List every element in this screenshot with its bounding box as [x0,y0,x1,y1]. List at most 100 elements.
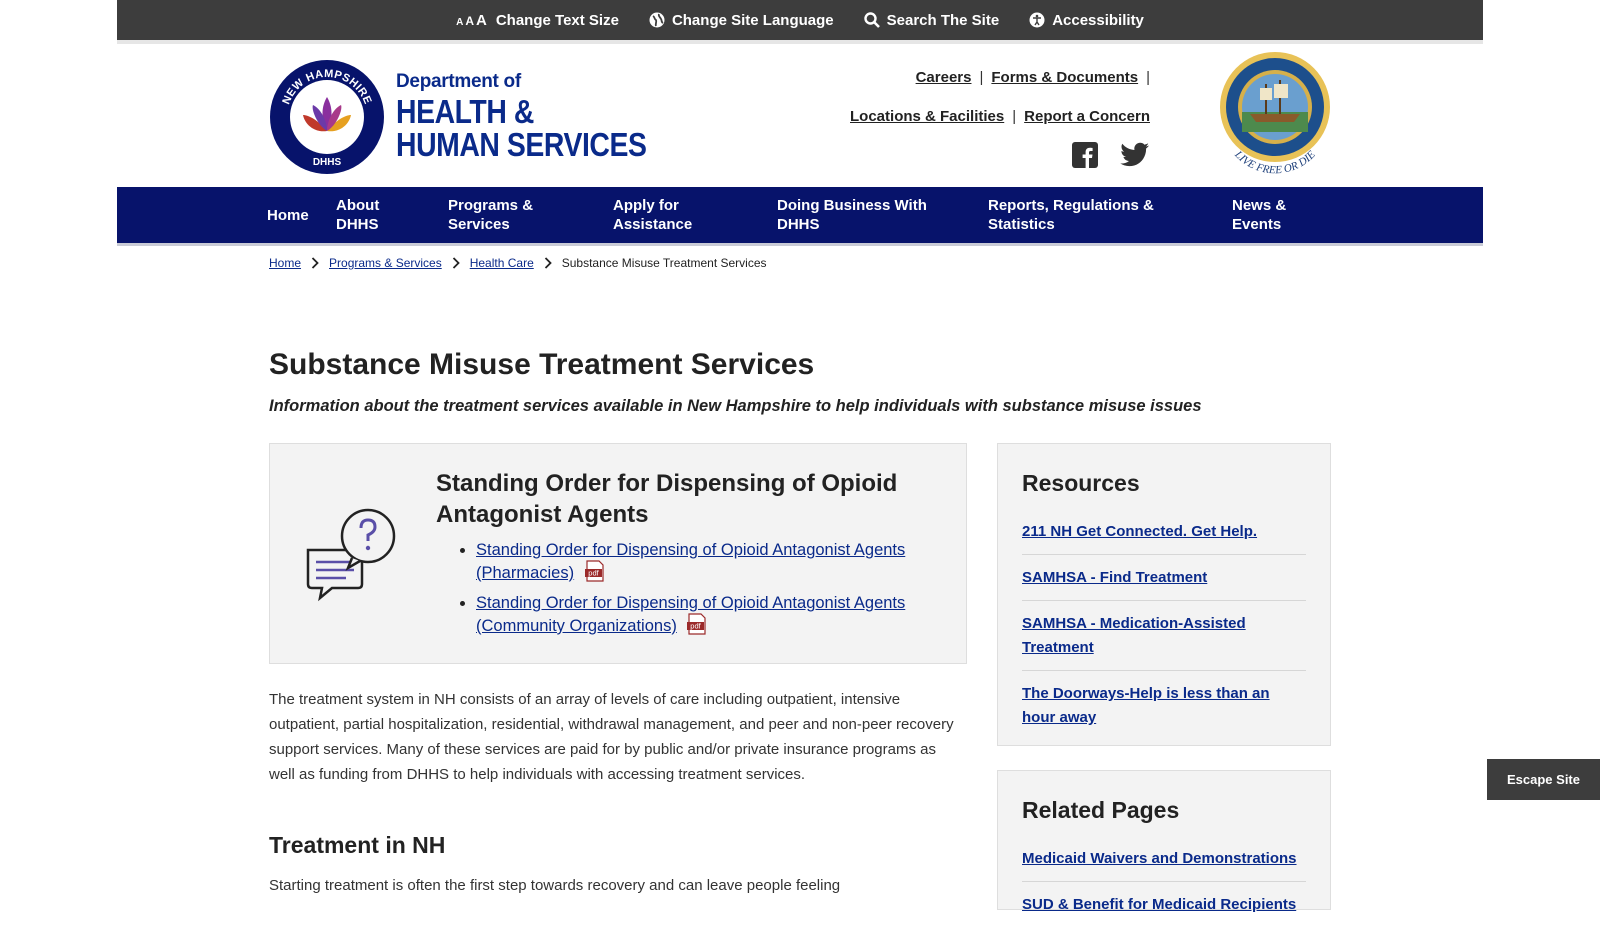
list-item: SAMHSA - Medication-Assisted Treatment [1022,612,1306,671]
chevron-right-icon [452,257,460,269]
related-medicaid-waivers-link[interactable]: Medicaid Waivers and Demonstrations [1022,850,1297,867]
breadcrumb: Home Programs & Services Health Care Sub… [269,256,767,270]
related-pages-list: Medicaid Waivers and Demonstrations SUD … [1022,847,1306,938]
department-title[interactable]: Department of HEALTH & HUMAN SERVICES [396,72,687,161]
accessibility-icon [1029,12,1045,28]
social-links [1072,142,1150,168]
breadcrumb-programs[interactable]: Programs & Services [329,256,442,270]
nav-label: Programs & [448,197,534,214]
careers-link[interactable]: Careers [916,69,972,86]
chat-question-icon [306,508,396,602]
nav-label: Reports, Regulations & [988,197,1154,214]
list-item: Standing Order for Dispensing of Opioid … [436,540,916,583]
related-sud-benefit-link[interactable]: SUD & Benefit for Medicaid Recipients [1022,896,1296,913]
header-links-row1: Careers | Forms & Documents | [916,69,1150,86]
chevron-right-icon [311,257,319,269]
nav-label: Doing Business With [777,197,927,214]
nav-label: Apply for [613,197,679,214]
nav-about-dhhs[interactable]: About DHHS [336,187,379,243]
dhhs-logo[interactable]: NEW HAMPSHIRE DHHS [269,59,385,175]
dept-line2: HEALTH & [396,93,534,130]
logo-bottom-text: DHHS [313,157,342,168]
search-icon [863,12,880,28]
header-links-row2: Locations & Facilities | Report a Concer… [850,108,1150,125]
accessibility-button[interactable]: Accessibility [1029,12,1144,29]
list-item: Standing Order for Dispensing of Opioid … [436,593,916,636]
list-item: 211 NH Get Connected. Get Help. [1022,520,1306,555]
accessibility-label: Accessibility [1052,11,1144,29]
breadcrumb-current: Substance Misuse Treatment Services [561,256,767,270]
utility-bar: AAA Change Text Size Change Site Languag… [117,0,1483,40]
resource-samhsa-find-link[interactable]: SAMHSA - Find Treatment [1022,569,1207,586]
pdf-icon: pdf [584,560,604,582]
link-separator: | [1012,108,1017,125]
list-item: The Doorways-Help is less than an hour a… [1022,682,1306,740]
page-subtitle: Information about the treatment services… [269,397,1202,415]
text-size-large: A [476,11,487,29]
pdf-icon-label: pdf [691,622,702,631]
pdf-icon: pdf [687,613,707,635]
escape-site-button[interactable]: Escape Site [1487,759,1600,800]
list-item: SUD & Benefit for Medicaid Recipients [1022,893,1306,927]
breadcrumb-health-care[interactable]: Health Care [470,256,534,270]
standing-order-title: Standing Order for Dispensing of Opioid … [436,470,898,528]
standing-order-pharmacies-link[interactable]: Standing Order for Dispensing of Opioid … [476,541,905,582]
search-site-label: Search The Site [886,11,1000,29]
nav-reports[interactable]: Reports, Regulations & Statistics [988,187,1154,243]
nav-news-events[interactable]: News & Events [1232,187,1286,243]
text-size-small: A [456,16,464,28]
list-item: Medicaid Waivers and Demonstrations [1022,847,1306,882]
report-concern-link[interactable]: Report a Concern [1024,108,1150,125]
change-language-button[interactable]: Change Site Language [649,12,834,29]
resources-title: Resources [1022,470,1140,496]
standing-order-box: Standing Order for Dispensing of Opioid … [269,443,967,664]
facebook-icon[interactable] [1072,142,1098,168]
nav-doing-business[interactable]: Doing Business With DHHS [777,187,927,243]
text-size-icon: AAA [456,12,489,29]
list-item: SAMHSA - Find Treatment [1022,566,1306,601]
nav-label: Home [267,206,309,224]
locations-facilities-link[interactable]: Locations & Facilities [850,108,1004,125]
nav-label: Statistics [988,216,1055,233]
nav-label: News & [1232,197,1287,214]
resource-doorways-link[interactable]: The Doorways-Help is less than an hour a… [1022,685,1270,726]
nav-label: Events [1232,216,1282,233]
twitter-icon[interactable] [1120,142,1150,168]
forms-documents-link[interactable]: Forms & Documents [991,69,1138,86]
standing-order-links: Standing Order for Dispensing of Opioid … [436,540,916,646]
treatment-system-paragraph: The treatment system in NH consists of a… [269,691,954,783]
pdf-icon-label: pdf [588,569,599,578]
nav-label: Services [448,216,510,233]
nav-home[interactable]: Home [267,187,309,243]
page-title: Substance Misuse Treatment Services [269,348,815,381]
related-pages-panel: Related Pages Medicaid Waivers and Demon… [997,770,1331,913]
nav-programs-services[interactable]: Programs & Services [448,187,533,243]
nav-apply-assistance[interactable]: Apply for Assistance [613,187,692,243]
nav-label: DHHS [336,216,379,233]
nh-state-seal: LIVE FREE OR DIE [1220,52,1330,174]
change-text-size-label: Change Text Size [495,11,619,29]
chevron-right-icon [544,257,552,269]
nav-label: Assistance [613,216,693,233]
resources-list: 211 NH Get Connected. Get Help. SAMHSA -… [1022,520,1306,751]
header-divider [117,40,1483,44]
treatment-in-nh-paragraph: Starting treatment is often the first st… [269,877,841,894]
resources-panel: Resources 211 NH Get Connected. Get Help… [997,443,1331,746]
resource-211-link[interactable]: 211 NH Get Connected. Get Help. [1022,523,1257,540]
nav-label: DHHS [777,216,820,233]
search-site-button[interactable]: Search The Site [863,11,1000,29]
change-text-size-button[interactable]: AAA Change Text Size [456,12,619,29]
dept-line3: HUMAN SERVICES [396,126,647,163]
text-size-medium: A [465,13,474,28]
dept-line1: Department of [396,71,521,92]
change-language-label: Change Site Language [671,11,834,29]
nav-label: About [336,197,380,214]
main-nav: Home About DHHS Programs & Services Apply … [117,187,1483,246]
resource-samhsa-mat-link[interactable]: SAMHSA - Medication-Assisted Treatment [1022,615,1246,656]
related-pages-title: Related Pages [1022,797,1180,823]
link-separator: | [1146,69,1150,86]
link-separator: | [979,69,984,86]
breadcrumb-home[interactable]: Home [269,256,301,270]
globe-icon [649,12,665,28]
treatment-in-nh-heading: Treatment in NH [269,832,446,858]
